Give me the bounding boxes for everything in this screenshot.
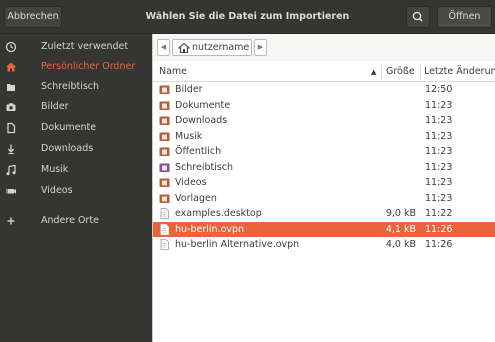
sidebar-item-downloads[interactable]: Downloads	[0, 139, 152, 159]
sidebar-item-label: Musik	[41, 164, 69, 175]
file-row[interactable]: hu-berlin Alternative.ovpn 4,0 kB 11:26	[153, 237, 495, 252]
sidebar-item-label: Bilder	[41, 101, 69, 112]
file-row[interactable]: hu-berlin.ovpn 4,1 kB 11:26	[153, 221, 495, 237]
file-name: Öffentlich	[175, 146, 222, 157]
file-row[interactable]: Öffentlich 11:23	[153, 144, 495, 159]
download-icon	[7, 144, 15, 155]
file-name: Musik	[175, 130, 203, 142]
path-bar: ◀ nutzername ▶	[153, 34, 495, 61]
file-size: 4,1 kB	[385, 223, 416, 235]
file-browser: ◀ nutzername ▶ Name ▲ Größe Letzte Änder…	[152, 34, 495, 342]
camera-icon	[6, 103, 16, 111]
column-separator	[381, 65, 382, 79]
file-modified: 11:23	[425, 146, 453, 157]
open-button[interactable]: Öffnen	[437, 6, 492, 28]
document-icon	[7, 122, 16, 134]
file-row[interactable]: Schreibtisch 11:23	[153, 160, 495, 175]
file-name: examples.desktop	[175, 208, 262, 219]
file-modified: 11:23	[425, 99, 453, 111]
column-size[interactable]: Größe	[386, 62, 415, 82]
videos-folder-icon	[159, 178, 170, 187]
column-name[interactable]: Name	[159, 62, 187, 82]
header-bar: Abbrechen Wählen Sie die Datei zum Impor…	[0, 0, 495, 34]
file-name: Vorlagen	[175, 192, 217, 204]
file-row[interactable]: Videos 11:23	[153, 175, 495, 190]
file-size: 9,0 kB	[385, 208, 416, 219]
cancel-button[interactable]: Abbrechen	[4, 6, 62, 28]
sidebar-item-label: Persönlicher Ordner	[41, 61, 136, 72]
sidebar-item-label: Videos	[41, 185, 73, 196]
camera-folder-icon	[159, 85, 170, 94]
clock-icon	[5, 41, 17, 53]
file-row[interactable]: Downloads 11:23	[153, 113, 495, 128]
file-row[interactable]: Dokumente 11:23	[153, 98, 495, 113]
file-row[interactable]: Bilder 12:50	[153, 82, 495, 97]
file-modified: 11:26	[425, 223, 453, 235]
documents-folder-icon	[159, 101, 170, 110]
path-back-arrow[interactable]: ◀	[157, 39, 170, 56]
file-modified: 11:26	[425, 239, 453, 250]
sidebar-item-home[interactable]: Persönlicher Ordner	[0, 57, 152, 77]
public-folder-icon	[159, 147, 170, 156]
home-icon	[6, 62, 16, 72]
music-folder-icon	[159, 132, 170, 141]
text-file-icon	[160, 239, 169, 250]
sidebar-item-label: Andere Orte	[41, 215, 99, 226]
sidebar-item-other-locations[interactable]: Andere Orte	[0, 211, 152, 231]
downloads-folder-icon	[159, 116, 170, 125]
text-file-icon	[160, 208, 169, 219]
file-name: Videos	[175, 177, 207, 188]
desktop-folder-icon	[159, 163, 170, 172]
sidebar-item-music[interactable]: Musik	[0, 160, 152, 180]
sidebar-item-pictures[interactable]: Bilder	[0, 97, 152, 117]
templates-folder-icon	[159, 194, 170, 203]
breadcrumb-home[interactable]: nutzername	[172, 39, 252, 56]
file-name: Dokumente	[175, 99, 231, 111]
sort-ascending-icon[interactable]: ▲	[371, 62, 376, 82]
text-file-icon	[160, 223, 169, 235]
file-modified: 11:23	[425, 161, 453, 173]
file-modified: 11:23	[425, 130, 453, 142]
file-modified: 11:23	[425, 192, 453, 204]
file-modified: 11:23	[425, 177, 453, 188]
column-separator	[420, 65, 421, 79]
music-icon	[6, 164, 16, 176]
chevron-right-icon: ▶	[257, 43, 264, 51]
search-icon	[412, 11, 423, 22]
sidebar-item-label: Downloads	[41, 143, 94, 154]
sidebar-item-label: Zuletzt verwendet	[41, 41, 129, 52]
column-modified[interactable]: Letzte Änderung	[424, 62, 495, 82]
folder-icon	[7, 84, 15, 91]
sidebar-item-recent[interactable]: Zuletzt verwendet	[0, 37, 152, 57]
path-forward-arrow[interactable]: ▶	[254, 39, 267, 56]
file-modified: 11:23	[425, 115, 453, 126]
file-name: Bilder	[175, 84, 203, 95]
file-row[interactable]: Musik 11:23	[153, 129, 495, 144]
sidebar-item-label: Dokumente	[41, 122, 97, 133]
places-sidebar: Zuletzt verwendet Persönlicher Ordner Sc…	[0, 34, 152, 342]
file-name: Schreibtisch	[175, 161, 234, 173]
file-modified: 12:50	[425, 84, 453, 95]
breadcrumb-label: nutzername	[192, 42, 250, 53]
video-icon	[6, 189, 16, 194]
chevron-left-icon: ◀	[160, 43, 167, 51]
file-name: Downloads	[175, 115, 228, 126]
plus-icon	[7, 217, 15, 225]
file-row[interactable]: Vorlagen 11:23	[153, 191, 495, 206]
column-header: Name ▲ Größe Letzte Änderung	[153, 62, 495, 82]
sidebar-item-videos[interactable]: Videos	[0, 181, 152, 201]
file-name: hu-berlin Alternative.ovpn	[175, 239, 300, 250]
home-icon	[178, 42, 190, 54]
file-modified: 11:22	[425, 208, 453, 219]
sidebar-item-label: Schreibtisch	[41, 81, 100, 92]
sidebar-item-documents[interactable]: Dokumente	[0, 118, 152, 138]
file-row[interactable]: examples.desktop 9,0 kB 11:22	[153, 206, 495, 221]
file-name: hu-berlin.ovpn	[175, 223, 245, 235]
sidebar-item-desktop[interactable]: Schreibtisch	[0, 77, 152, 97]
search-button[interactable]	[406, 6, 430, 28]
file-size: 4,0 kB	[385, 239, 416, 250]
